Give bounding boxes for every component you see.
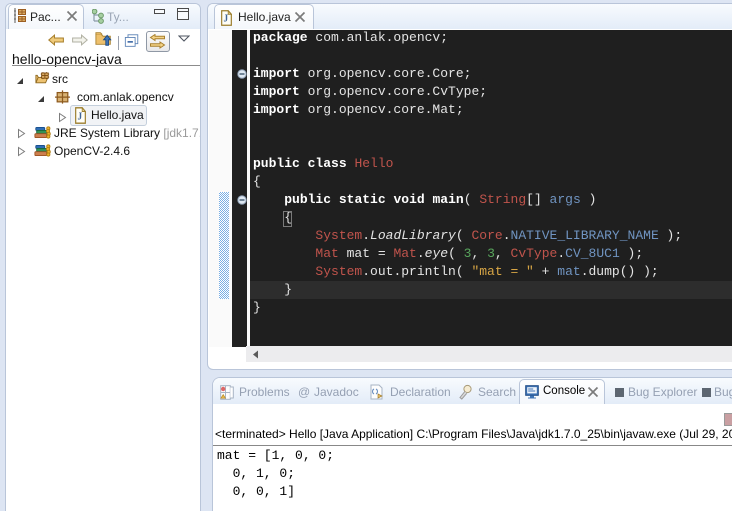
svg-text:J: J [78,111,83,123]
svg-text:J: J [224,13,229,25]
